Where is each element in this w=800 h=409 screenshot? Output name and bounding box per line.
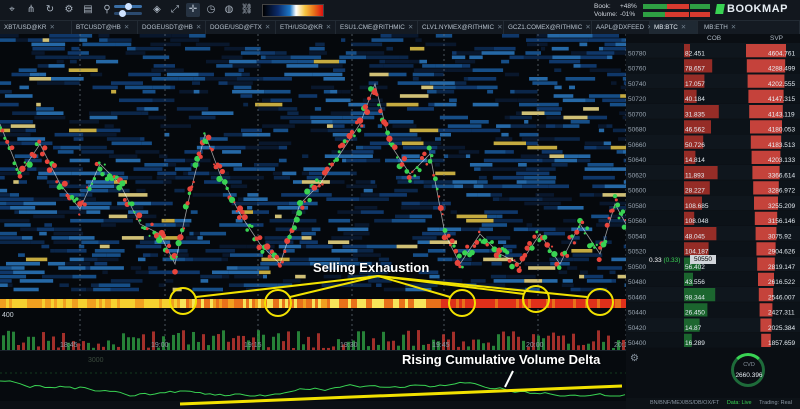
rising-cvd-annotation: Rising Cumulative Volume Delta — [402, 352, 601, 367]
pointer-line — [377, 275, 588, 298]
annotation-overlay — [169, 275, 623, 406]
rising-trendline — [179, 384, 623, 406]
exhaustion-circle — [448, 289, 476, 317]
selling-exhaustion-annotation: Selling Exhaustion — [313, 260, 430, 275]
status-bar: BN/BNF/MEX/BS/DB/OX/FT Data: Live Tradin… — [626, 398, 800, 409]
exchange-list: BN/BNF/MEX/BS/DB/OX/FT — [650, 400, 720, 406]
exhaustion-circle — [264, 289, 292, 317]
trading-status: Trading: Real — [759, 400, 792, 406]
rising-pointer — [504, 370, 514, 388]
exhaustion-circle — [522, 285, 550, 313]
data-status: Data: Live — [726, 400, 752, 406]
exhaustion-circle — [169, 287, 197, 315]
exhaustion-circle — [586, 288, 614, 316]
pointer-line — [289, 275, 379, 298]
